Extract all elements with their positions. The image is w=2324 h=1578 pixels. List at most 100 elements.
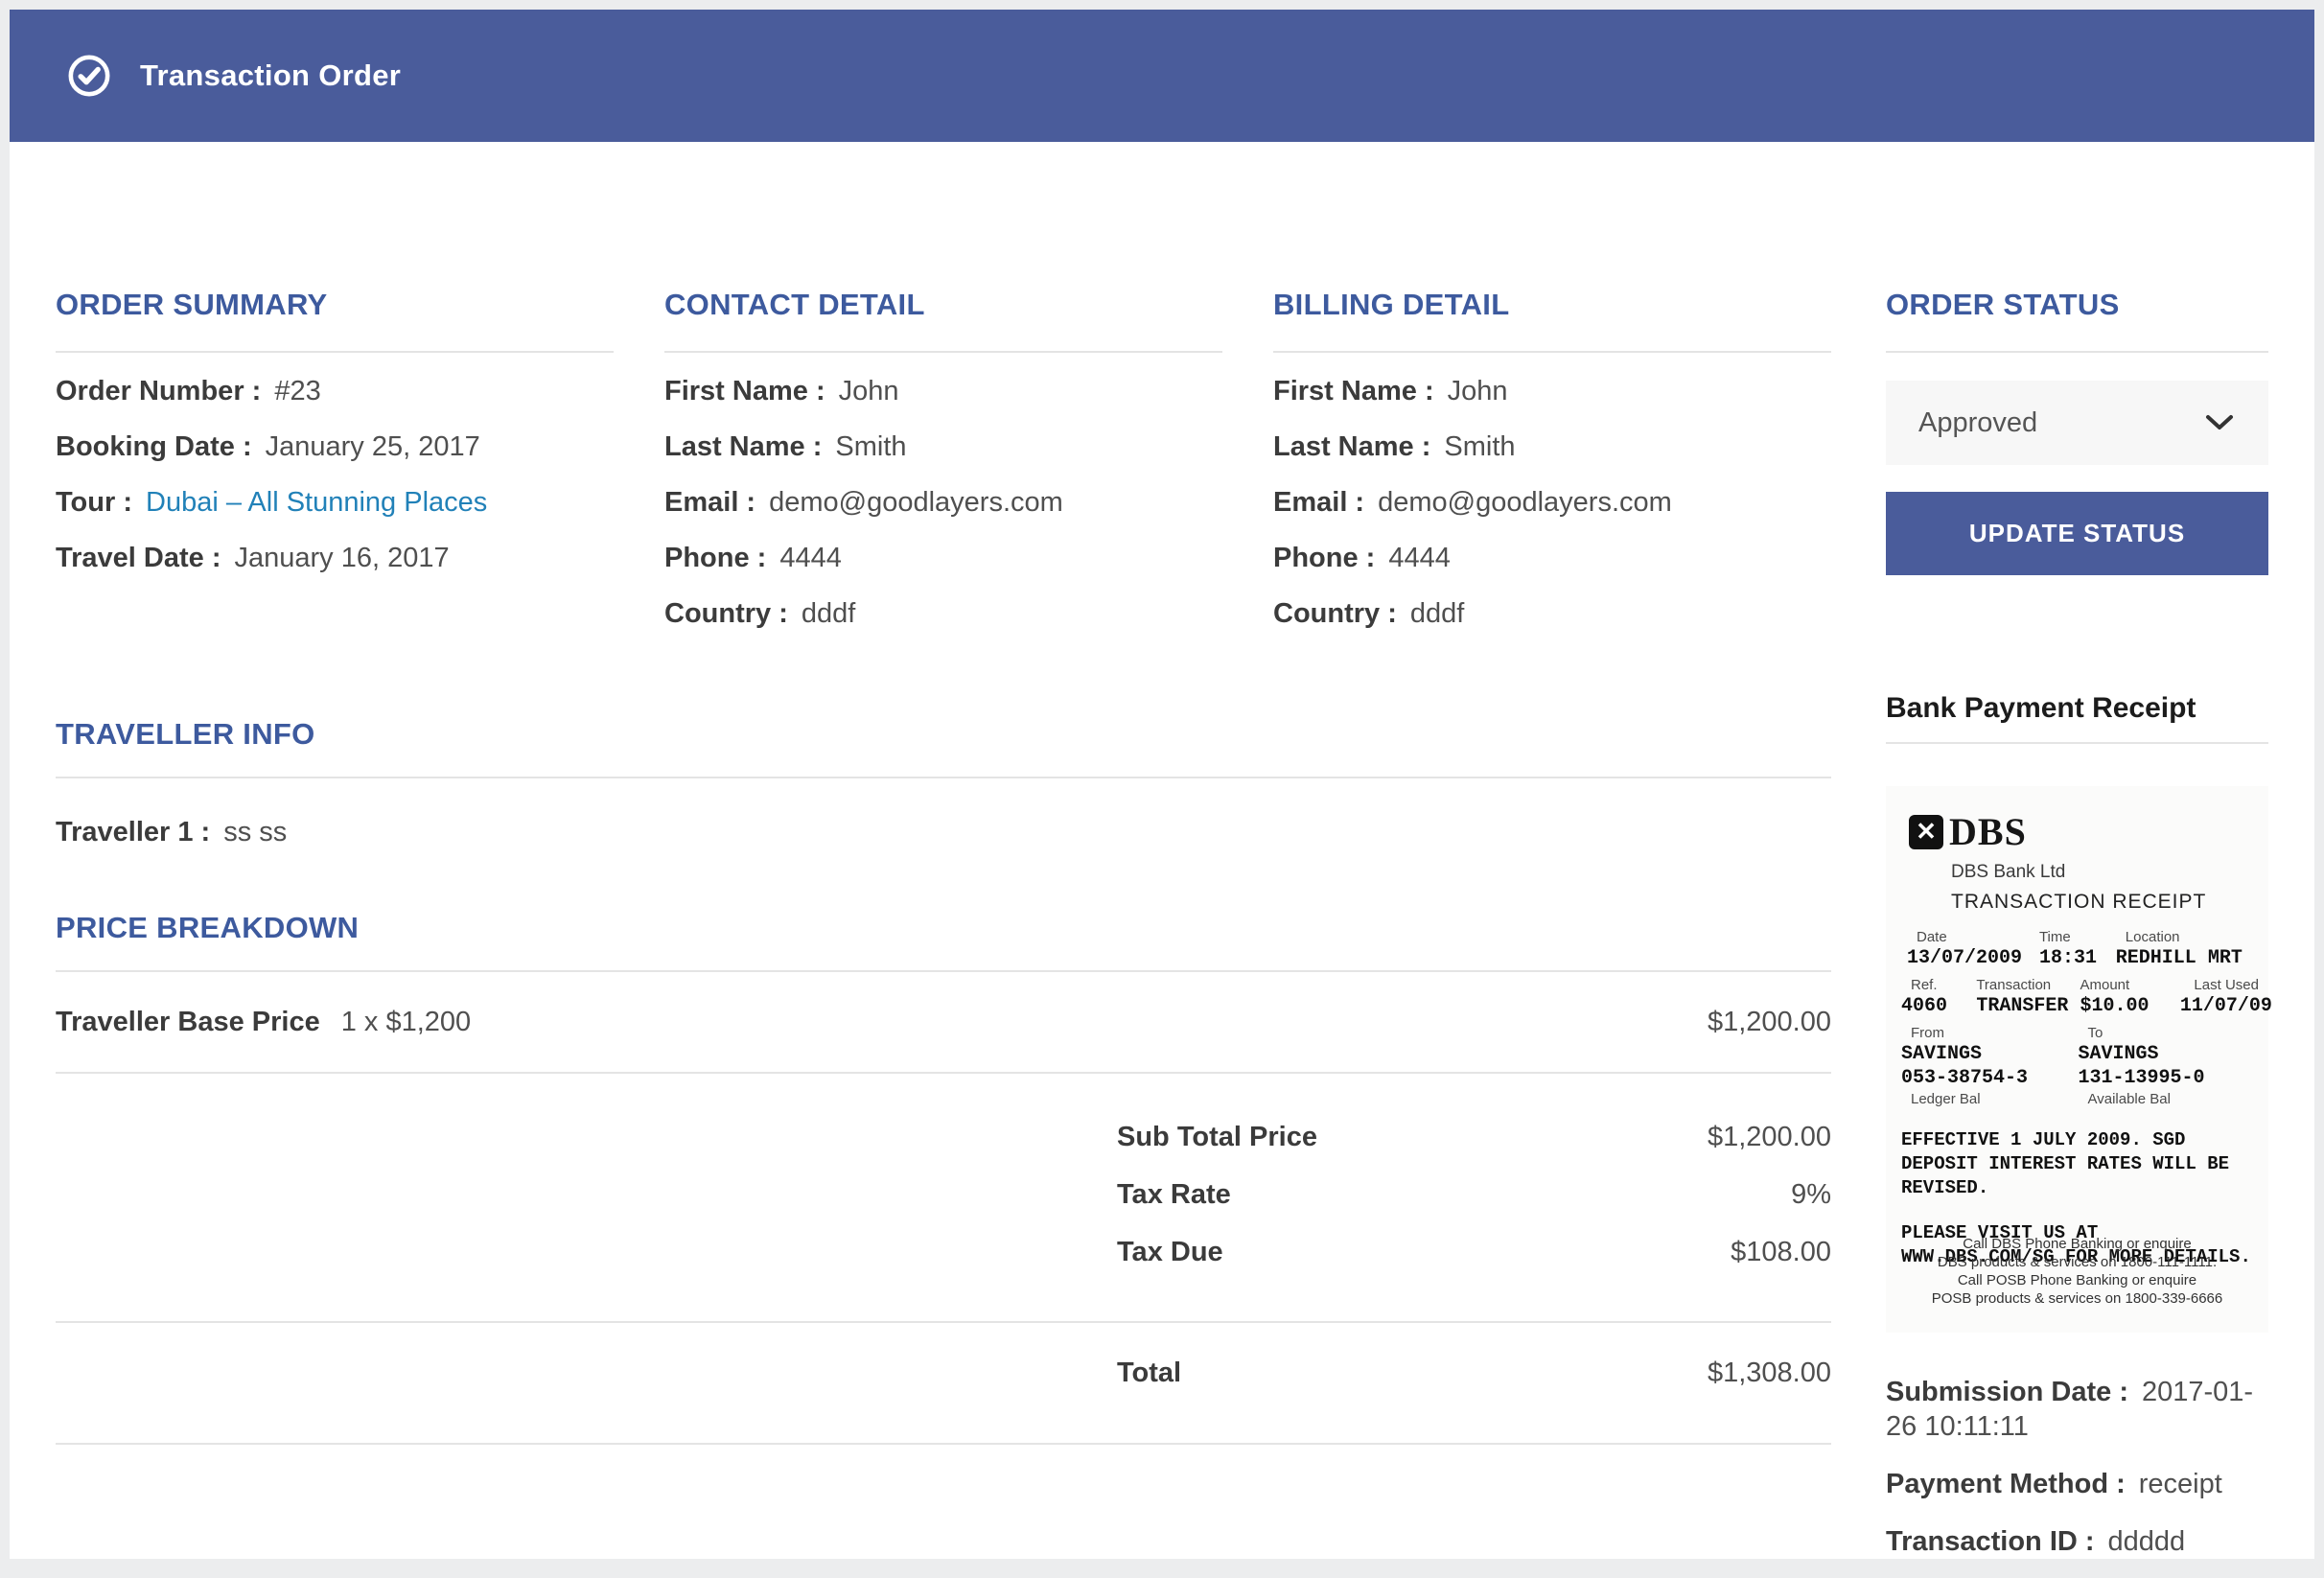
receipt-footer-line-1: Call DBS Phone Banking or enquire	[1886, 1235, 2268, 1253]
order-number-label: Order Number :	[56, 376, 261, 406]
transaction-id-field: Transaction ID :ddddd	[1886, 1524, 2268, 1559]
billing-last-name-value: Smith	[1444, 431, 1515, 462]
booking-date-field: Booking Date :January 25, 2017	[56, 429, 614, 464]
receipt-time-label: Time	[2039, 929, 2116, 945]
order-number-value: #23	[274, 376, 320, 406]
receipt-notice-1: EFFECTIVE 1 JULY 2009. SGD DEPOSIT INTER…	[1901, 1128, 2261, 1200]
tax-rate-amount: 9%	[1791, 1177, 1831, 1212]
contact-detail-section: CONTACT DETAIL First Name :John Last Nam…	[664, 288, 1222, 631]
receipt-date-row: Date Time Location 13/07/2009 18:31 REDH…	[1894, 929, 2261, 969]
billing-detail-heading: BILLING DETAIL	[1273, 288, 1831, 322]
contact-email-label: Email :	[664, 487, 755, 518]
payment-method-label: Payment Method :	[1886, 1469, 2126, 1499]
base-price-label: Traveller Base Price	[56, 1005, 320, 1039]
order-summary-heading: ORDER SUMMARY	[56, 288, 614, 322]
transaction-id-label: Transaction ID :	[1886, 1526, 2095, 1557]
price-breakdown-section: PRICE BREAKDOWN Traveller Base Price 1 x…	[56, 911, 1831, 1445]
receipt-footer-line-2: DBS products & services on 1800-111-1111…	[1886, 1253, 2268, 1271]
tax-rate-row: Tax Rate 9%	[56, 1177, 1831, 1212]
receipt-accounts-row: From To SAVINGS SAVINGS 053-38754-3 131-…	[1894, 1025, 2261, 1107]
divider	[664, 351, 1222, 353]
dbs-logo-icon: ✕	[1909, 815, 1943, 849]
contact-phone-value: 4444	[779, 543, 842, 573]
payment-info: Submission Date :2017-01-26 10:11:11 Pay…	[1886, 1375, 2268, 1559]
page-title: Transaction Order	[140, 58, 401, 93]
billing-country-value: dddf	[1410, 598, 1464, 629]
receipt-footer-line-4: POSB products & services on 1800-339-666…	[1886, 1289, 2268, 1308]
main-panel: ORDER SUMMARY Order Number : #23 Booking …	[56, 288, 1831, 1559]
contact-last-name-label: Last Name :	[664, 431, 822, 462]
billing-detail-section: BILLING DETAIL First Name :John Last Nam…	[1273, 288, 1831, 631]
base-price-detail: 1 x $1,200	[341, 1005, 471, 1039]
billing-country-field: Country : dddf	[1273, 596, 1831, 631]
payment-method-field: Payment Method : receipt	[1886, 1467, 2268, 1501]
receipt-title: TRANSACTION RECEIPT	[1951, 891, 2261, 914]
receipt-from-account: SAVINGS	[1901, 1043, 2079, 1065]
contact-last-name-value: Smith	[835, 431, 906, 462]
divider	[56, 351, 614, 353]
receipt-available-label: Available Bal	[2079, 1091, 2256, 1107]
billing-phone-value: 4444	[1388, 543, 1451, 573]
receipt-ledger-label: Ledger Bal	[1901, 1091, 2079, 1107]
billing-email-field: Email : demo@goodlayers.com	[1273, 485, 1831, 520]
receipt-to-number: 131-13995-0	[2079, 1067, 2256, 1089]
receipt-ref-row: Ref. Transaction Amount Last Used 4060 T…	[1894, 977, 2261, 1017]
tour-link[interactable]: Dubai – All Stunning Places	[146, 487, 487, 518]
page-header: Transaction Order	[10, 10, 2314, 142]
billing-last-name-field: Last Name :Smith	[1273, 429, 1831, 464]
tax-due-row: Tax Due $108.00	[56, 1235, 1831, 1269]
receipt-time-value: 18:31	[2039, 947, 2116, 969]
total-row: Total $1,308.00	[56, 1323, 1831, 1410]
traveller-1-value: ss ss	[223, 817, 287, 847]
order-number-field: Order Number : #23	[56, 374, 614, 408]
receipt-to-account: SAVINGS	[2079, 1043, 2256, 1065]
payment-method-value: receipt	[2139, 1469, 2222, 1499]
contact-country-value: dddf	[802, 598, 855, 629]
dbs-logo-text: DBS	[1949, 809, 2027, 854]
order-summary-section: ORDER SUMMARY Order Number : #23 Booking …	[56, 288, 614, 631]
receipt-amount-label: Amount	[2080, 977, 2179, 993]
billing-first-name-label: First Name :	[1273, 376, 1434, 406]
transaction-order-page: Transaction Order ORDER SUMMARY Order Nu…	[10, 10, 2314, 1559]
billing-first-name-field: First Name :John	[1273, 374, 1831, 408]
sidebar-panel: ORDER STATUS Approved UPDATE STATUS Bank…	[1886, 288, 2268, 1559]
tour-label: Tour :	[56, 487, 132, 518]
order-status-select[interactable]: Approved	[1886, 381, 2268, 465]
billing-email-value: demo@goodlayers.com	[1378, 487, 1672, 518]
receipt-footer-line-3: Call POSB Phone Banking or enquire	[1886, 1271, 2268, 1289]
receipt-date-label: Date	[1907, 929, 2039, 945]
order-status-heading: ORDER STATUS	[1886, 288, 2268, 322]
update-status-button[interactable]: UPDATE STATUS	[1886, 492, 2268, 575]
receipt-last-used-label: Last Used	[2180, 977, 2259, 993]
receipt-from-number: 053-38754-3	[1901, 1067, 2079, 1089]
submission-date-field: Submission Date :2017-01-26 10:11:11	[1886, 1375, 2268, 1444]
traveller-info-section: TRAVELLER INFO Traveller 1 :ss ss	[56, 717, 1831, 849]
receipt-footer: Call DBS Phone Banking or enquire DBS pr…	[1886, 1235, 2268, 1308]
contact-country-label: Country :	[664, 598, 788, 629]
contact-first-name-value: John	[839, 376, 899, 406]
dbs-logo: ✕ DBS	[1909, 809, 2261, 854]
subtotal-label: Sub Total Price	[1117, 1120, 1317, 1154]
contact-first-name-field: First Name :John	[664, 374, 1222, 408]
billing-country-label: Country :	[1273, 598, 1397, 629]
check-circle-icon	[67, 54, 111, 98]
receipt-to-label: To	[2079, 1025, 2256, 1041]
divider	[1273, 351, 1831, 353]
tax-rate-label: Tax Rate	[1117, 1177, 1231, 1212]
traveller-1-field: Traveller 1 :ss ss	[56, 815, 1831, 849]
receipt-last-used-value: 11/07/09	[2180, 995, 2259, 1017]
receipt-from-label: From	[1901, 1025, 2079, 1041]
receipt-bank-name: DBS Bank Ltd	[1951, 862, 2261, 883]
booking-date-value: January 25, 2017	[266, 431, 480, 462]
tour-field: Tour : Dubai – All Stunning Places	[56, 485, 614, 520]
divider	[56, 1443, 1831, 1445]
receipt-ref-value: 4060	[1901, 995, 1976, 1017]
price-summary: Sub Total Price $1,200.00 Tax Rate 9% Ta…	[56, 1120, 1831, 1269]
subtotal-row: Sub Total Price $1,200.00	[56, 1120, 1831, 1154]
total-label: Total	[1117, 1356, 1181, 1390]
receipt-transaction-value: TRANSFER	[1976, 995, 2080, 1017]
bank-payment-receipt-heading: Bank Payment Receipt	[1886, 690, 2268, 727]
billing-phone-field: Phone :4444	[1273, 541, 1831, 575]
billing-email-label: Email :	[1273, 487, 1364, 518]
travel-date-value: January 16, 2017	[234, 543, 449, 573]
